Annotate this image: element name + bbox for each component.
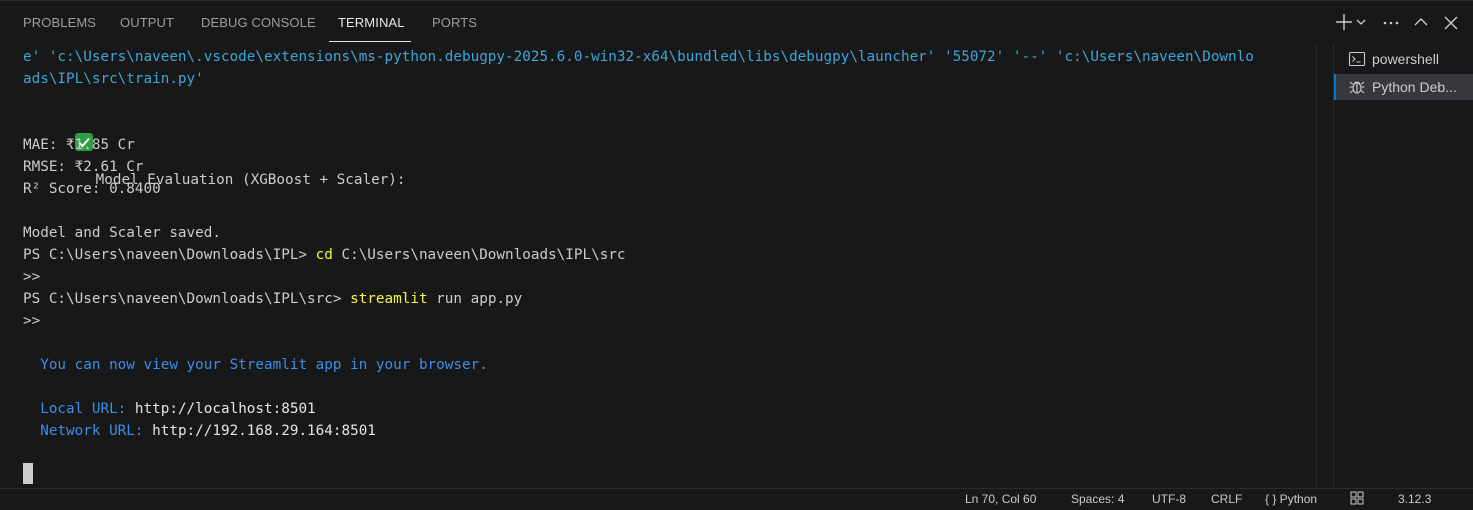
debug-icon [1348,78,1366,96]
terminal-list-item-python-debug[interactable]: Python Deb... [1334,74,1473,100]
local-url-link[interactable]: http://localhost:8501 [135,401,316,417]
status-indentation[interactable]: Spaces: 4 [1071,492,1124,506]
prompt: PS C:\Users\naveen\Downloads\IPL> [23,247,316,263]
terminal-line: >> [23,313,41,329]
status-python-version[interactable]: 3.12.3 [1398,492,1431,506]
terminal-line: e' 'c:\Users\naveen\.vscode\extensions\m… [23,49,1254,65]
plus-icon[interactable] [1333,11,1355,33]
terminal-line: R² Score: 0.8400 [23,181,161,197]
status-eol[interactable]: CRLF [1211,492,1242,506]
status-encoding[interactable]: UTF-8 [1152,492,1186,506]
active-tab-indicator [329,41,411,42]
network-url-link[interactable]: http://192.168.29.164:8501 [152,423,376,439]
terminal-line: PS C:\Users\naveen\Downloads\IPL\src> st… [23,289,522,309]
prompt: PS C:\Users\naveen\Downloads\IPL\src> [23,291,351,307]
terminal-icon [1348,50,1366,68]
chevron-down-icon[interactable] [1354,11,1368,33]
terminal-list: powershell Python Deb... [1333,44,1473,488]
command-name: cd [315,247,333,263]
local-url-label: Local URL: [23,401,135,417]
close-icon[interactable] [1440,11,1462,33]
terminal-line: MAE: ₹1.85 Cr [23,137,135,153]
status-bar: Ln 70, Col 60 Spaces: 4 UTF-8 CRLF { } P… [0,488,1473,510]
command-name: streamlit [350,291,428,307]
status-cursor-position[interactable]: Ln 70, Col 60 [965,492,1036,506]
terminal-list-label: Python Deb... [1372,79,1457,95]
more-icon[interactable] [1380,11,1402,33]
panel-tab-bar: PROBLEMS OUTPUT DEBUG CONSOLE TERMINAL P… [0,0,1473,44]
tab-ports[interactable]: PORTS [432,15,477,30]
terminal-line: PS C:\Users\naveen\Downloads\IPL> cd C:\… [23,245,626,265]
chevron-up-icon[interactable] [1410,11,1432,33]
tab-problems[interactable]: PROBLEMS [23,15,96,30]
terminal-line: Model and Scaler saved. [23,225,221,241]
terminal-cursor [23,463,33,484]
command-args: C:\Users\naveen\Downloads\IPL\src [332,247,626,263]
status-language[interactable]: { } Python [1265,492,1317,506]
panel: PROBLEMS OUTPUT DEBUG CONSOLE TERMINAL P… [0,0,1473,510]
extensions-icon[interactable] [1350,491,1366,505]
tab-output[interactable]: OUTPUT [120,15,174,30]
terminal-list-label: powershell [1372,51,1439,67]
terminal-line: RMSE: ₹2.61 Cr [23,159,144,175]
network-url-label: Network URL: [23,423,153,439]
terminal-list-item-powershell[interactable]: powershell [1334,46,1473,72]
terminal-line: You can now view your Streamlit app in y… [23,357,488,373]
terminal-line: Network URL: http://192.168.29.164:8501 [23,421,376,441]
terminal-line: Local URL: http://localhost:8501 [23,399,316,419]
terminal-line: Model Evaluation (XGBoost + Scaler): [23,113,406,188]
terminal-scrollbar[interactable] [1316,44,1330,488]
tab-debug-console[interactable]: DEBUG CONSOLE [201,15,316,30]
terminal-output[interactable]: e' 'c:\Users\naveen\.vscode\extensions\m… [0,44,1316,488]
terminal-line: >> [23,269,41,285]
terminal-line: ads\IPL\src\train.py' [23,71,204,87]
command-args: run app.py [427,291,523,307]
tab-terminal[interactable]: TERMINAL [338,15,405,30]
